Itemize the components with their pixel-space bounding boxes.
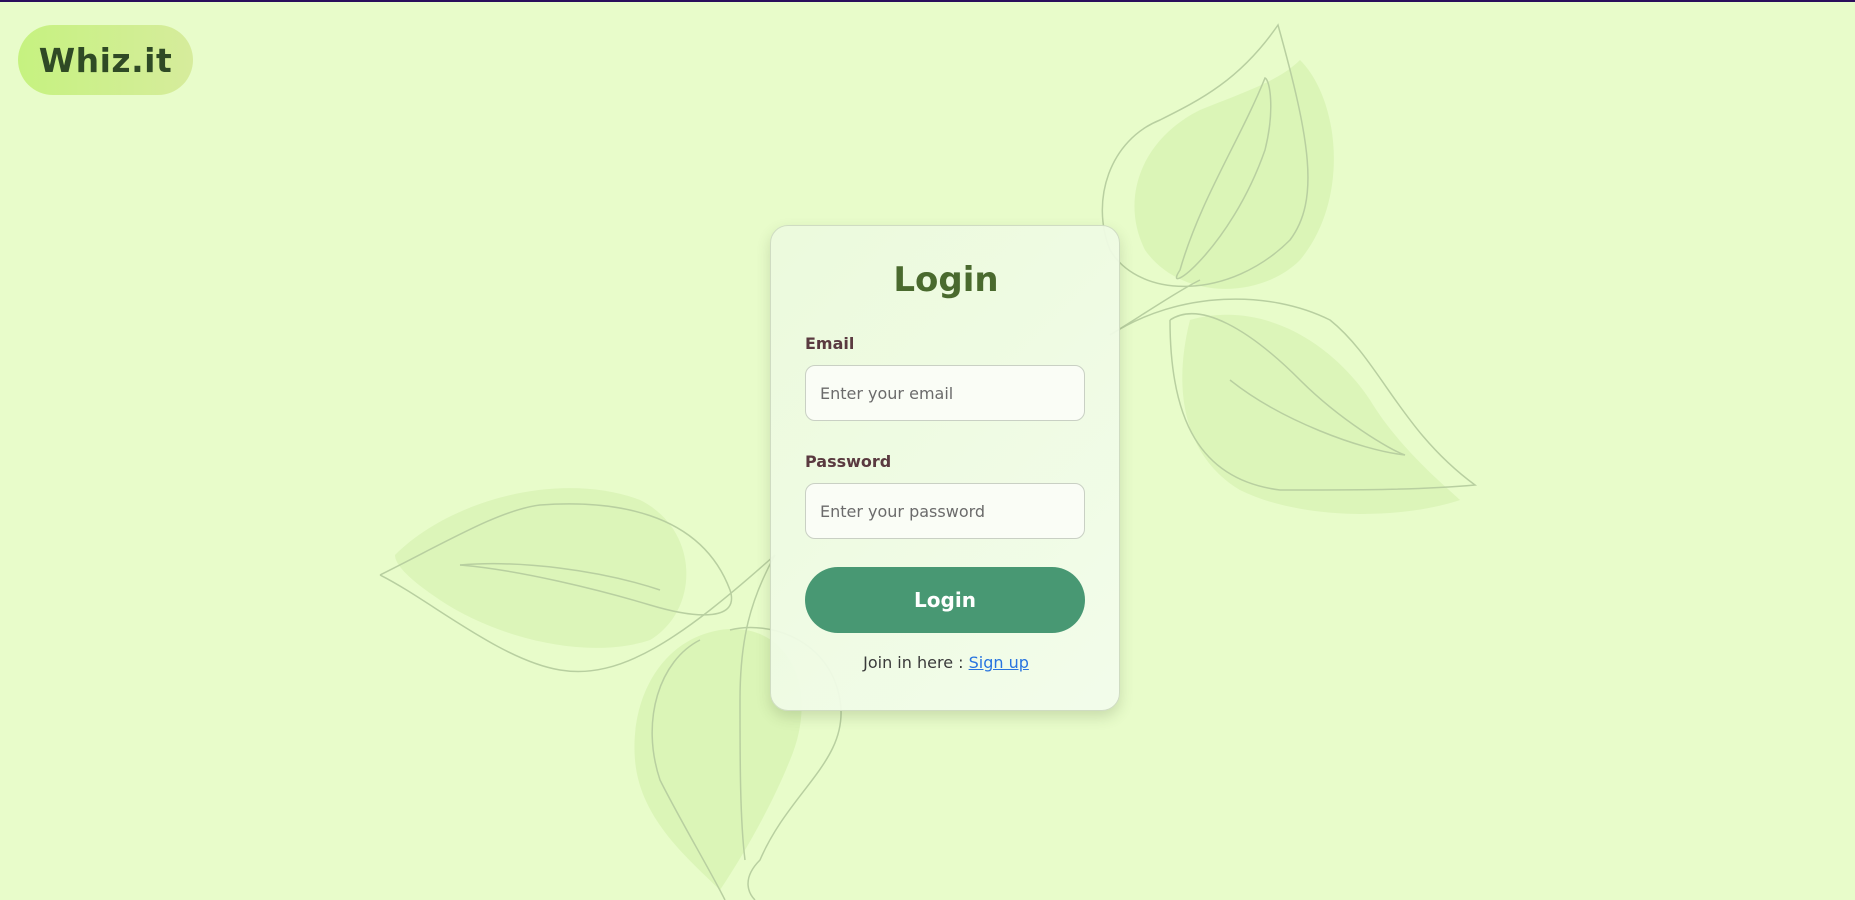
signup-row: Join in here : Sign up	[771, 653, 1121, 672]
login-card: Login Email Password Login Join in here …	[770, 225, 1120, 711]
password-field[interactable]	[805, 483, 1085, 539]
email-label: Email	[805, 334, 855, 353]
signup-prompt: Join in here :	[863, 653, 969, 672]
login-button[interactable]: Login	[805, 567, 1085, 633]
signup-link[interactable]: Sign up	[969, 653, 1029, 672]
password-label: Password	[805, 452, 892, 471]
email-field[interactable]	[805, 365, 1085, 421]
login-title: Login	[893, 260, 999, 300]
brand-logo[interactable]: Whiz.it	[18, 25, 193, 95]
